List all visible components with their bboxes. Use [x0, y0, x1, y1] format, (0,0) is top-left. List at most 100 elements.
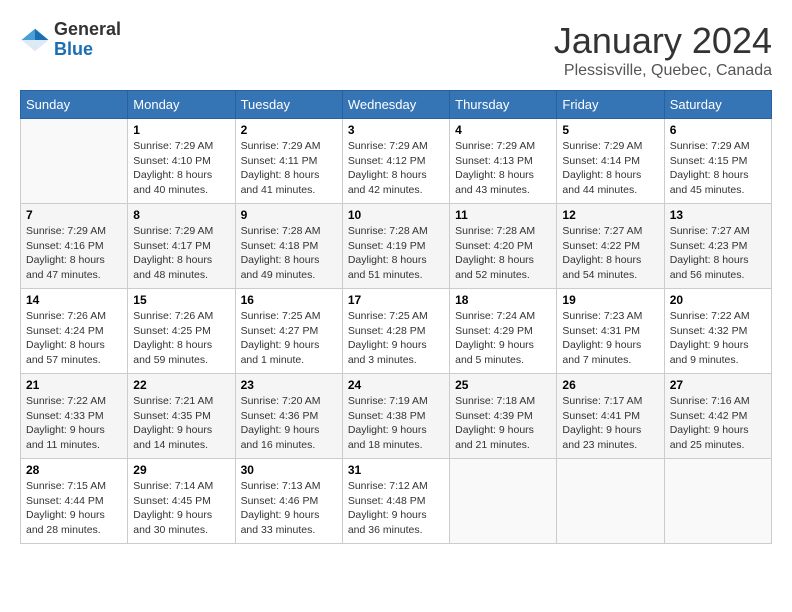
- day-number: 22: [133, 378, 229, 392]
- calendar-body: 1Sunrise: 7:29 AM Sunset: 4:10 PM Daylig…: [21, 119, 772, 544]
- day-number: 23: [241, 378, 337, 392]
- day-number: 10: [348, 208, 444, 222]
- calendar-cell: 6 Sunrise: 7:29 AM Sunset: 4:15 PM Daylig…: [664, 119, 771, 204]
- calendar-cell: 29 Sunrise: 7:14 AM Sunset: 4:45 PM Dayli…: [128, 459, 235, 544]
- day-info: Sunrise: 7:22 AM Sunset: 4:33 PM Dayligh…: [26, 394, 122, 453]
- day-number: 19: [562, 293, 658, 307]
- day-number: 12: [562, 208, 658, 222]
- day-info: Sunrise: 7:17 AM Sunset: 4:41 PM Dayligh…: [562, 394, 658, 453]
- logo: General Blue: [20, 20, 121, 60]
- month-year-title: January 2024: [554, 20, 772, 62]
- day-number: 25: [455, 378, 551, 392]
- day-info: Sunrise: 7:29 AM Sunset: 4:17 PM Dayligh…: [133, 224, 229, 283]
- weekday-header-sunday: Sunday: [21, 91, 128, 119]
- title-block: January 2024 Plessisville, Quebec, Canad…: [554, 20, 772, 80]
- day-number: 4: [455, 123, 551, 137]
- day-number: 18: [455, 293, 551, 307]
- calendar-cell: [557, 459, 664, 544]
- day-info: Sunrise: 7:25 AM Sunset: 4:27 PM Dayligh…: [241, 309, 337, 368]
- day-info: Sunrise: 7:29 AM Sunset: 4:15 PM Dayligh…: [670, 139, 766, 198]
- calendar-cell: 11 Sunrise: 7:28 AM Sunset: 4:20 PM Dayli…: [450, 204, 557, 289]
- day-info: Sunrise: 7:23 AM Sunset: 4:31 PM Dayligh…: [562, 309, 658, 368]
- weekday-header-tuesday: Tuesday: [235, 91, 342, 119]
- day-number: 3: [348, 123, 444, 137]
- day-info: Sunrise: 7:25 AM Sunset: 4:28 PM Dayligh…: [348, 309, 444, 368]
- calendar-cell: [21, 119, 128, 204]
- weekday-header-monday: Monday: [128, 91, 235, 119]
- calendar-header: SundayMondayTuesdayWednesdayThursdayFrid…: [21, 91, 772, 119]
- calendar-week-4: 21 Sunrise: 7:22 AM Sunset: 4:33 PM Dayli…: [21, 374, 772, 459]
- calendar-cell: 18Sunrise: 7:24 AM Sunset: 4:29 PM Dayli…: [450, 289, 557, 374]
- day-number: 2: [241, 123, 337, 137]
- day-number: 5: [562, 123, 658, 137]
- day-number: 11: [455, 208, 551, 222]
- calendar-week-5: 28Sunrise: 7:15 AM Sunset: 4:44 PM Dayli…: [21, 459, 772, 544]
- calendar-cell: 4 Sunrise: 7:29 AM Sunset: 4:13 PM Daylig…: [450, 119, 557, 204]
- day-number: 17: [348, 293, 444, 307]
- logo-blue: Blue: [54, 40, 121, 60]
- calendar-cell: 13Sunrise: 7:27 AM Sunset: 4:23 PM Dayli…: [664, 204, 771, 289]
- calendar-cell: 28Sunrise: 7:15 AM Sunset: 4:44 PM Dayli…: [21, 459, 128, 544]
- calendar-cell: 17 Sunrise: 7:25 AM Sunset: 4:28 PM Dayli…: [342, 289, 449, 374]
- calendar-cell: 19 Sunrise: 7:23 AM Sunset: 4:31 PM Dayli…: [557, 289, 664, 374]
- day-info: Sunrise: 7:29 AM Sunset: 4:14 PM Dayligh…: [562, 139, 658, 198]
- calendar-cell: 3 Sunrise: 7:29 AM Sunset: 4:12 PM Daylig…: [342, 119, 449, 204]
- calendar-cell: 30Sunrise: 7:13 AM Sunset: 4:46 PM Dayli…: [235, 459, 342, 544]
- day-info: Sunrise: 7:28 AM Sunset: 4:20 PM Dayligh…: [455, 224, 551, 283]
- day-number: 29: [133, 463, 229, 477]
- day-info: Sunrise: 7:27 AM Sunset: 4:22 PM Dayligh…: [562, 224, 658, 283]
- weekday-header-saturday: Saturday: [664, 91, 771, 119]
- day-info: Sunrise: 7:20 AM Sunset: 4:36 PM Dayligh…: [241, 394, 337, 453]
- day-number: 7: [26, 208, 122, 222]
- day-number: 30: [241, 463, 337, 477]
- day-info: Sunrise: 7:19 AM Sunset: 4:38 PM Dayligh…: [348, 394, 444, 453]
- calendar-cell: 24 Sunrise: 7:19 AM Sunset: 4:38 PM Dayli…: [342, 374, 449, 459]
- calendar-cell: 9 Sunrise: 7:28 AM Sunset: 4:18 PM Daylig…: [235, 204, 342, 289]
- weekday-header-thursday: Thursday: [450, 91, 557, 119]
- calendar-week-2: 7 Sunrise: 7:29 AM Sunset: 4:16 PM Daylig…: [21, 204, 772, 289]
- weekday-header-wednesday: Wednesday: [342, 91, 449, 119]
- day-number: 24: [348, 378, 444, 392]
- day-number: 26: [562, 378, 658, 392]
- calendar-cell: 25 Sunrise: 7:18 AM Sunset: 4:39 PM Dayli…: [450, 374, 557, 459]
- location-text: Plessisville, Quebec, Canada: [554, 62, 772, 80]
- calendar-cell: 14Sunrise: 7:26 AM Sunset: 4:24 PM Dayli…: [21, 289, 128, 374]
- calendar-cell: 26 Sunrise: 7:17 AM Sunset: 4:41 PM Dayli…: [557, 374, 664, 459]
- day-number: 13: [670, 208, 766, 222]
- weekday-header-friday: Friday: [557, 91, 664, 119]
- calendar-cell: [450, 459, 557, 544]
- calendar-cell: 2 Sunrise: 7:29 AM Sunset: 4:11 PM Daylig…: [235, 119, 342, 204]
- day-number: 6: [670, 123, 766, 137]
- logo-general: General: [54, 20, 121, 40]
- calendar-cell: 16Sunrise: 7:25 AM Sunset: 4:27 PM Dayli…: [235, 289, 342, 374]
- calendar-cell: 12 Sunrise: 7:27 AM Sunset: 4:22 PM Dayli…: [557, 204, 664, 289]
- day-number: 28: [26, 463, 122, 477]
- day-info: Sunrise: 7:29 AM Sunset: 4:11 PM Dayligh…: [241, 139, 337, 198]
- calendar-cell: 15Sunrise: 7:26 AM Sunset: 4:25 PM Dayli…: [128, 289, 235, 374]
- day-info: Sunrise: 7:26 AM Sunset: 4:24 PM Dayligh…: [26, 309, 122, 368]
- calendar-cell: 22Sunrise: 7:21 AM Sunset: 4:35 PM Dayli…: [128, 374, 235, 459]
- calendar-cell: 27Sunrise: 7:16 AM Sunset: 4:42 PM Dayli…: [664, 374, 771, 459]
- calendar-cell: 1Sunrise: 7:29 AM Sunset: 4:10 PM Daylig…: [128, 119, 235, 204]
- day-info: Sunrise: 7:22 AM Sunset: 4:32 PM Dayligh…: [670, 309, 766, 368]
- day-info: Sunrise: 7:14 AM Sunset: 4:45 PM Dayligh…: [133, 479, 229, 538]
- day-number: 21: [26, 378, 122, 392]
- day-info: Sunrise: 7:28 AM Sunset: 4:18 PM Dayligh…: [241, 224, 337, 283]
- logo-text: General Blue: [54, 20, 121, 60]
- day-info: Sunrise: 7:29 AM Sunset: 4:12 PM Dayligh…: [348, 139, 444, 198]
- day-number: 9: [241, 208, 337, 222]
- day-info: Sunrise: 7:29 AM Sunset: 4:16 PM Dayligh…: [26, 224, 122, 283]
- calendar-cell: 23 Sunrise: 7:20 AM Sunset: 4:36 PM Dayli…: [235, 374, 342, 459]
- calendar-cell: 20 Sunrise: 7:22 AM Sunset: 4:32 PM Dayli…: [664, 289, 771, 374]
- day-info: Sunrise: 7:28 AM Sunset: 4:19 PM Dayligh…: [348, 224, 444, 283]
- calendar-cell: 5 Sunrise: 7:29 AM Sunset: 4:14 PM Daylig…: [557, 119, 664, 204]
- calendar-cell: 21 Sunrise: 7:22 AM Sunset: 4:33 PM Dayli…: [21, 374, 128, 459]
- day-number: 15: [133, 293, 229, 307]
- day-number: 8: [133, 208, 229, 222]
- day-number: 27: [670, 378, 766, 392]
- day-info: Sunrise: 7:18 AM Sunset: 4:39 PM Dayligh…: [455, 394, 551, 453]
- day-number: 1: [133, 123, 229, 137]
- day-info: Sunrise: 7:29 AM Sunset: 4:13 PM Dayligh…: [455, 139, 551, 198]
- day-number: 20: [670, 293, 766, 307]
- calendar-cell: 31Sunrise: 7:12 AM Sunset: 4:48 PM Dayli…: [342, 459, 449, 544]
